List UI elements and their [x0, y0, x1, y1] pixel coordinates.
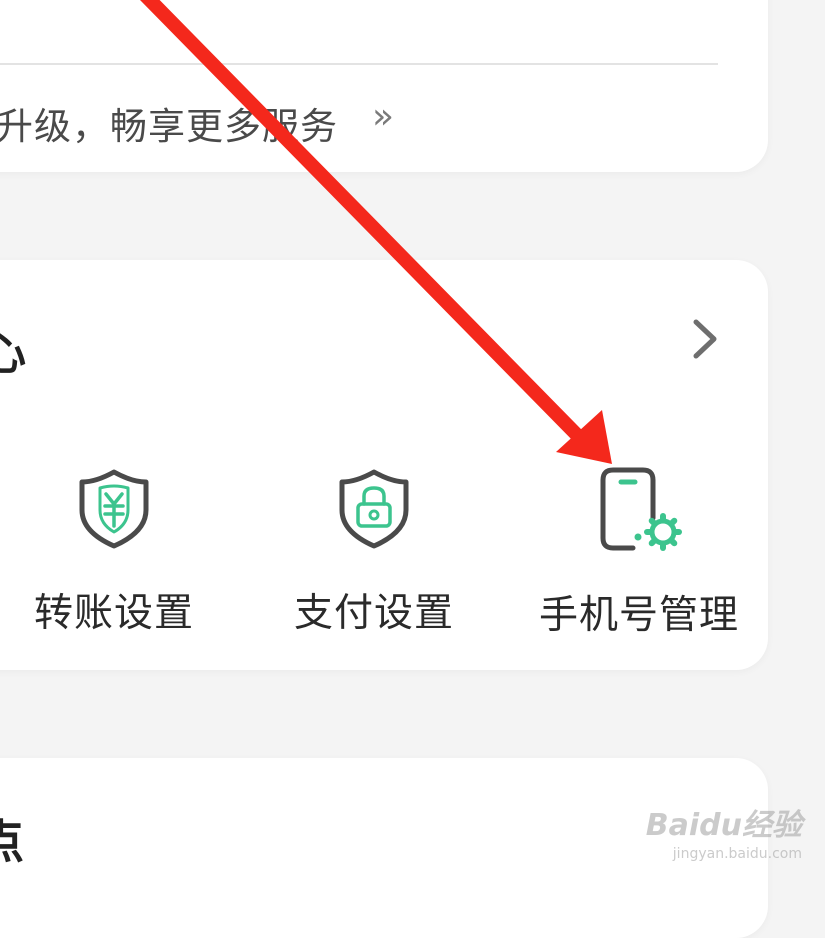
shield-lock-icon: [286, 466, 462, 554]
divider: [0, 63, 718, 65]
payment-settings-button[interactable]: 支付设置: [286, 466, 462, 638]
double-chevron-right-icon[interactable]: »: [372, 96, 394, 137]
phone-number-management-button[interactable]: 手机号管理: [530, 466, 748, 640]
shield-yuan-icon: [26, 466, 202, 554]
feature-label: 转账设置: [33, 591, 194, 636]
upgrade-link-text[interactable]: 升级，畅享更多服务: [0, 96, 338, 150]
bottom-section-title: 点: [0, 815, 24, 869]
section-title: 心: [0, 329, 26, 380]
phone-gear-icon: [530, 466, 748, 556]
feature-label: 手机号管理: [538, 593, 739, 638]
chevron-right-icon[interactable]: [690, 318, 722, 364]
bottom-section-card: [0, 758, 768, 938]
feature-label: 支付设置: [293, 591, 454, 636]
transfer-settings-button[interactable]: 转账设置: [26, 466, 202, 638]
